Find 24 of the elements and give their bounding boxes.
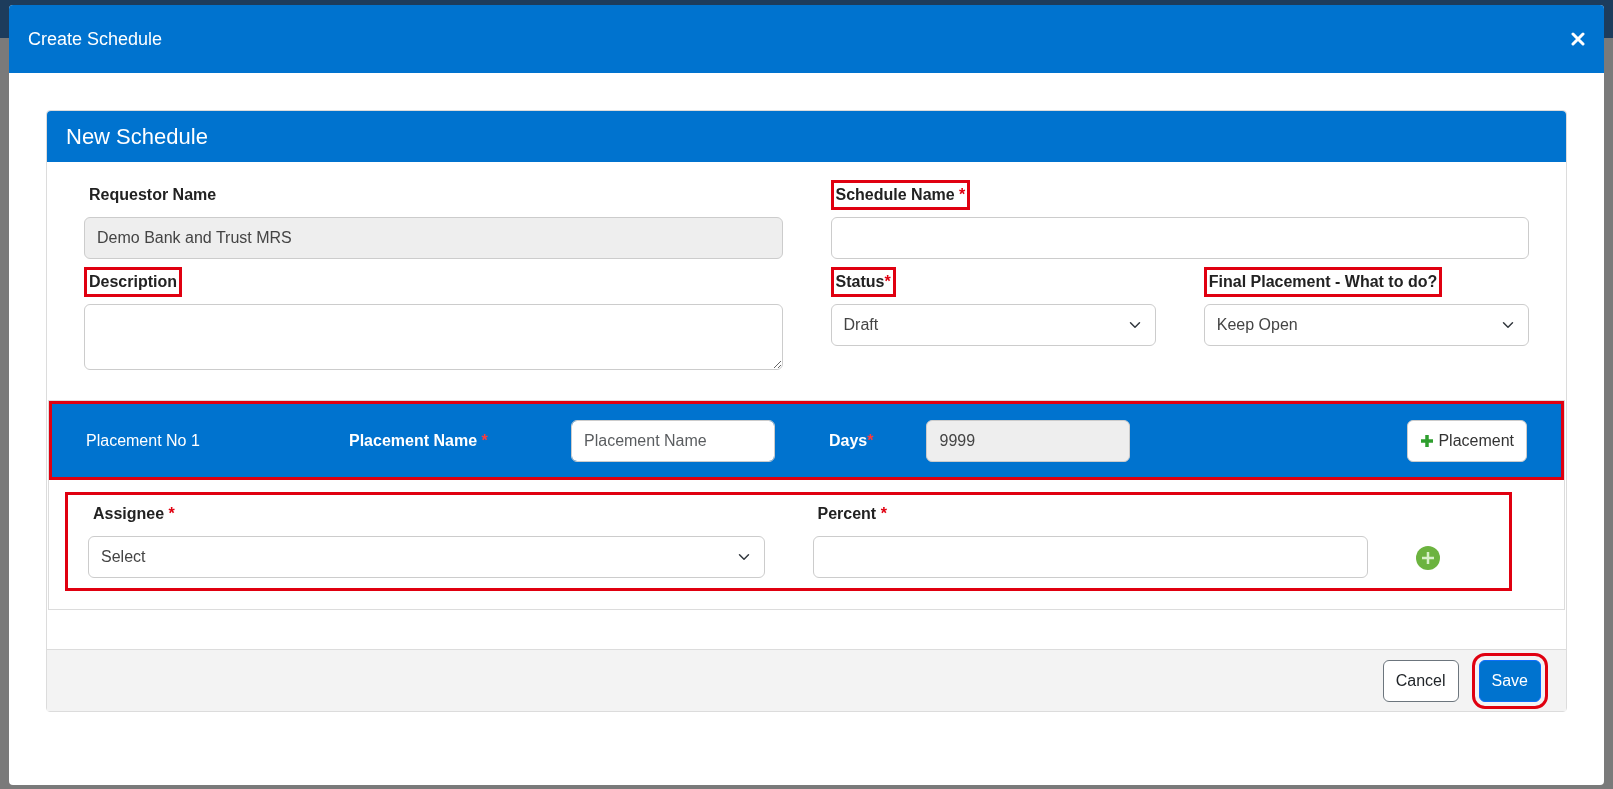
placement-name-field[interactable]: Placement Name <box>571 419 775 462</box>
close-icon[interactable] <box>1571 32 1585 46</box>
field-label: Assignee * <box>92 504 176 524</box>
field-label: Schedule Name * <box>830 180 971 210</box>
description-field[interactable] <box>84 304 783 370</box>
add-icon[interactable] <box>1416 546 1441 570</box>
field-label: Final Placement - What to do? <box>1203 267 1443 297</box>
placement-dropdown[interactable]: Keep Open <box>1203 304 1529 346</box>
field-label: Days* <box>829 430 874 451</box>
plus-icon <box>1420 433 1435 448</box>
field-label: Percent * <box>816 504 888 524</box>
placement-number: Placement No 1 <box>86 430 201 451</box>
percent-field[interactable] <box>812 536 1369 578</box>
dialog-title: Create Schedule <box>28 27 163 51</box>
card-title: New Schedule <box>47 111 1566 162</box>
field-label: Status* <box>830 267 896 297</box>
field-label: Requestor Name <box>88 185 218 205</box>
status-dropdown[interactable]: Draft <box>830 304 1156 346</box>
assignee-dropdown[interactable]: Select <box>88 536 765 578</box>
cancel-button[interactable]: Cancel <box>1382 659 1459 702</box>
field-label: Description <box>84 267 182 297</box>
field-label: Placement Name * <box>349 430 489 451</box>
text-field[interactable] <box>830 217 1529 259</box>
add-placement-button[interactable]: Placement <box>1407 419 1527 462</box>
